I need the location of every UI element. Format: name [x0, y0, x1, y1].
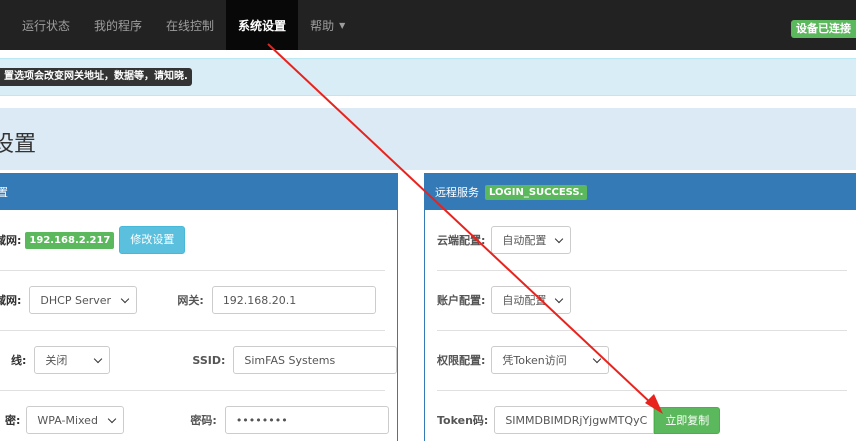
account-config-select[interactable]: 自动配置 — [491, 286, 572, 314]
cloud-config-value: 自动配置 — [502, 234, 547, 247]
cloud-config-select[interactable]: 自动配置 — [491, 226, 572, 254]
panel-heading: 置 — [0, 174, 397, 210]
top-navbar: 运行状态 我的程序 在线控制 系统设置 帮助 ▼ 设备已连接 — [0, 0, 856, 50]
page-title: 设置 — [0, 132, 37, 157]
nav-run-status[interactable]: 运行状态 — [0, 0, 82, 50]
wan-mode-select[interactable]: DHCP Server — [29, 286, 138, 314]
encrypt-select[interactable]: WPA-Mixed — [26, 406, 125, 434]
account-config-value: 自动配置 — [502, 294, 547, 307]
nav-my-programs[interactable]: 我的程序 — [82, 0, 154, 50]
ssid-input[interactable]: SimFAS Systems — [233, 346, 397, 374]
chevron-down-icon — [121, 294, 130, 304]
encrypt-value: WPA-Mixed — [37, 413, 98, 427]
chevron-down-icon — [94, 354, 103, 364]
gateway-input[interactable]: 192.168.20.1 — [211, 286, 376, 314]
page: 运行状态 我的程序 在线控制 系统设置 帮助 ▼ 设备已连接 置选项会改变网关地… — [0, 0, 856, 441]
wireless-value: 关闭 — [45, 354, 68, 367]
chevron-down-icon — [555, 234, 564, 244]
device-status-badge: 设备已连接 — [791, 20, 856, 38]
nav-help-label: 帮助 — [310, 18, 335, 33]
panel-title: 远程服务 — [435, 186, 479, 199]
login-status-badge: LOGIN_SUCCESS. — [485, 184, 588, 200]
chevron-down-icon — [555, 294, 564, 304]
copy-now-button[interactable]: 立即复制 — [654, 406, 721, 434]
lan-label: 域网: — [0, 234, 22, 247]
permission-config-select[interactable]: 凭Token访问 — [491, 346, 610, 374]
page-header: 设置 — [0, 108, 856, 170]
token-label: Token码: — [437, 414, 489, 427]
chevron-down-icon — [108, 414, 117, 424]
alert-text: 置选项会改变网关地址，数据等，请知晓. — [0, 68, 192, 86]
remote-service-panel: 远程服务 LOGIN_SUCCESS. 云端配置: 自动配置 账户配置: 自动配… — [424, 173, 856, 441]
encrypt-label: 密: — [5, 414, 21, 427]
caret-down-icon: ▼ — [339, 20, 346, 30]
modify-settings-button[interactable]: 修改设置 — [119, 226, 186, 254]
permission-config-label: 权限配置: — [437, 354, 486, 367]
nav-online-control[interactable]: 在线控制 — [154, 0, 226, 50]
lan-ip-badge: 192.168.2.217 — [25, 231, 115, 249]
info-alert: 置选项会改变网关地址，数据等，请知晓. — [0, 58, 856, 96]
wireless-select[interactable]: 关闭 — [34, 346, 111, 374]
panel-title: 置 — [0, 184, 8, 200]
wireless-label: 线: — [11, 354, 27, 367]
network-settings-panel: 置 域网: 192.168.2.217 修改设置 域网: DHCP Server… — [0, 173, 398, 441]
password-input[interactable]: •••••••• — [224, 406, 389, 434]
gateway-label: 网关: — [177, 294, 204, 307]
ssid-label: SSID: — [192, 353, 226, 367]
chevron-down-icon — [593, 354, 602, 364]
password-value: •••••••• — [235, 413, 288, 427]
token-input[interactable]: SIMMDBIMDRjYjgwMTQyC — [494, 406, 655, 434]
nav-system-settings[interactable]: 系统设置 — [226, 0, 299, 50]
panel-heading: 远程服务 LOGIN_SUCCESS. — [425, 174, 856, 210]
token-value: SIMMDBIMDRjYjgwMTQyC — [505, 413, 648, 427]
password-label: 密码: — [190, 414, 217, 427]
account-config-label: 账户配置: — [437, 294, 486, 307]
cloud-config-label: 云端配置: — [437, 234, 486, 247]
gateway-value: 192.168.20.1 — [222, 293, 297, 307]
permission-config-value: 凭Token访问 — [502, 354, 567, 367]
ssid-value: SimFAS Systems — [244, 353, 336, 367]
wan-label: 域网: — [0, 294, 22, 307]
wan-mode-value: DHCP Server — [40, 293, 112, 307]
nav-help-dropdown[interactable]: 帮助 ▼ — [298, 0, 357, 50]
